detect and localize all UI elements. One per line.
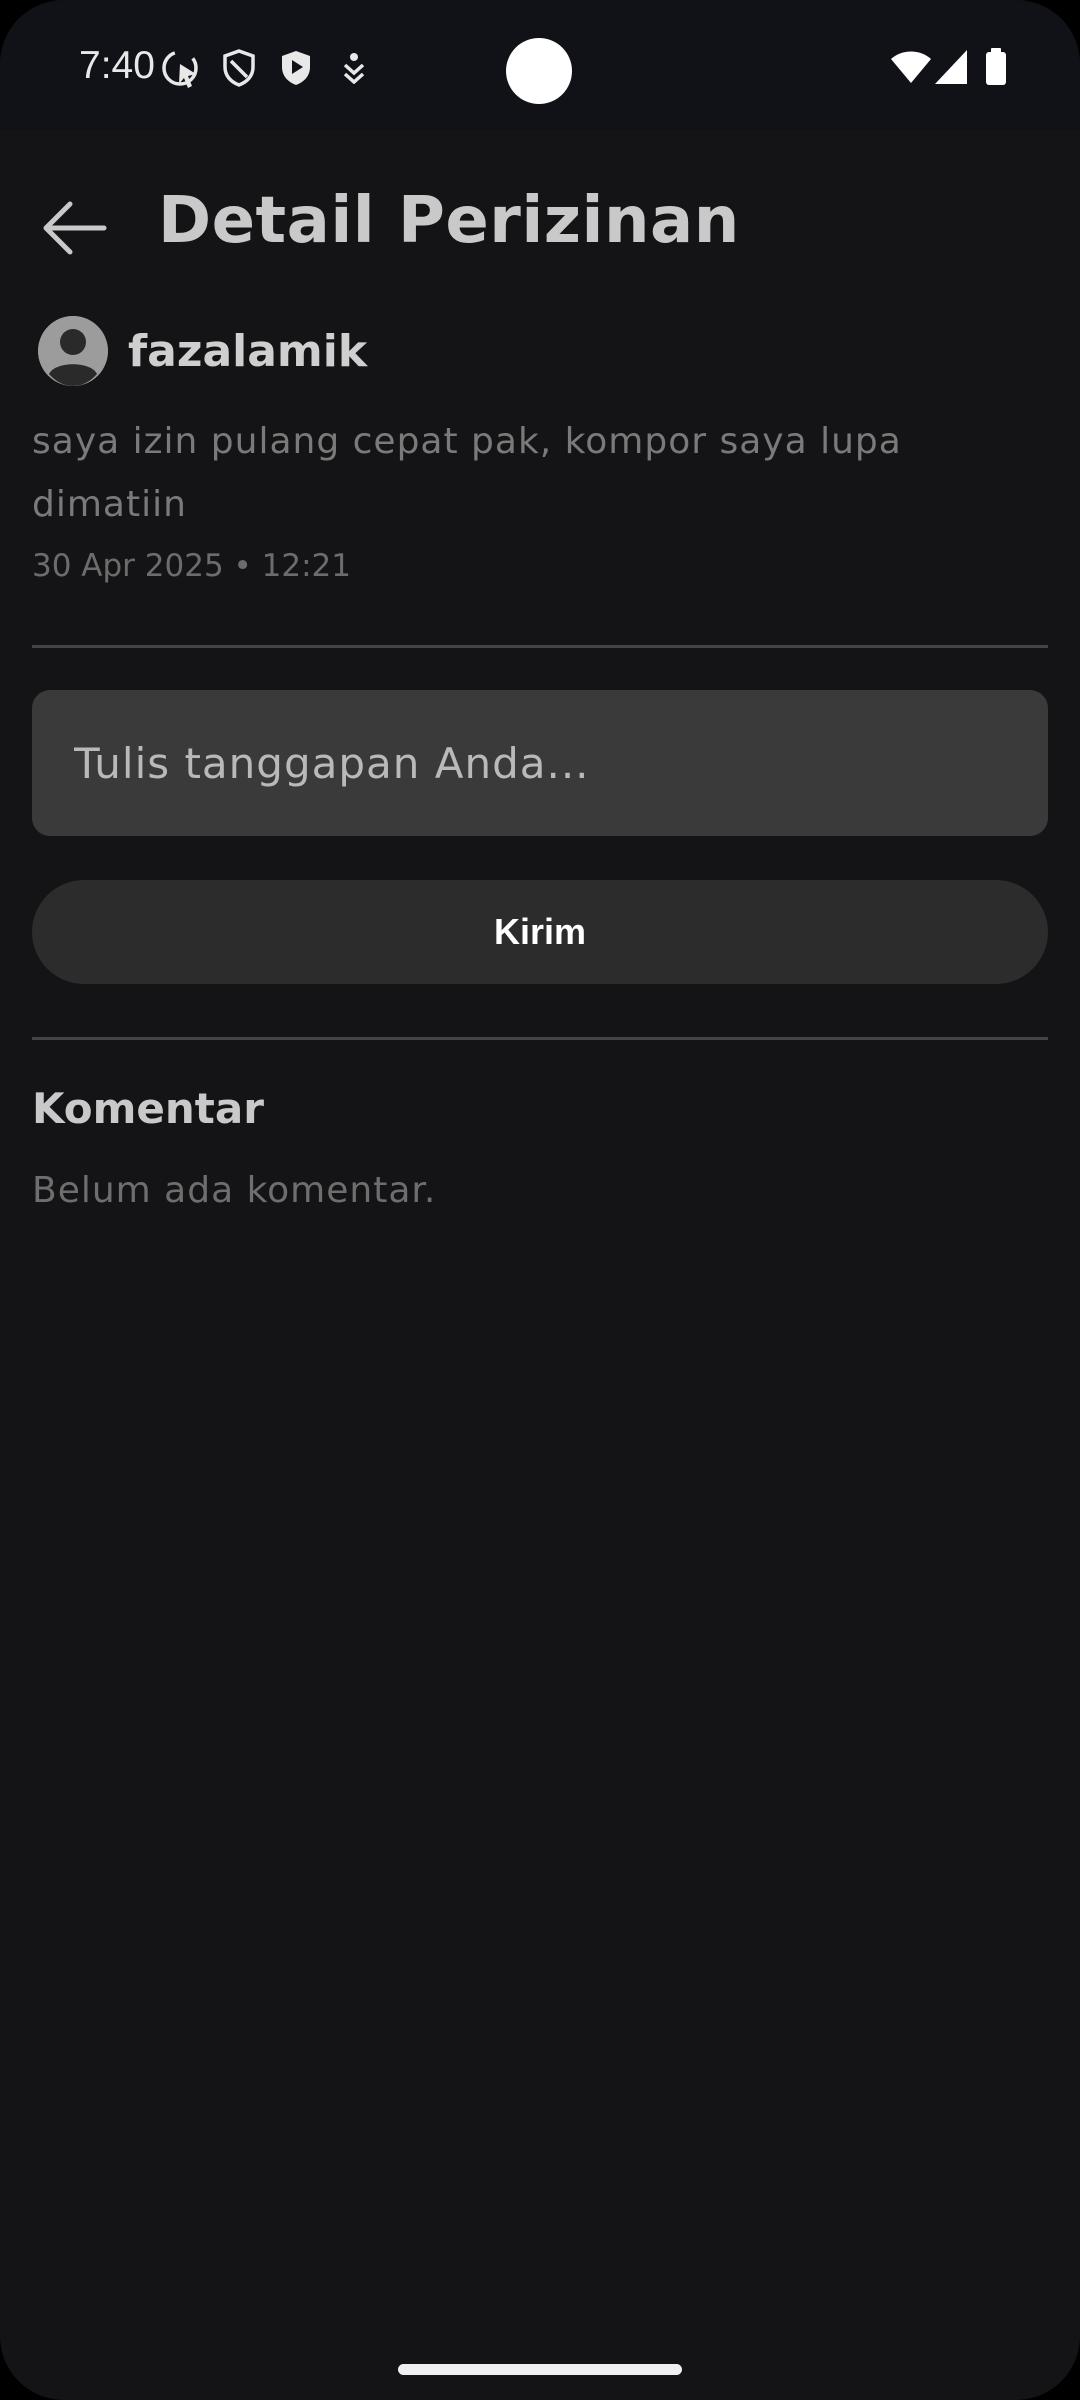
app-screen: 7:40 Detail Perizinan fazalamik saya izi… [0, 0, 1080, 2400]
back-button[interactable] [26, 182, 122, 278]
shield-outline-icon [222, 49, 256, 91]
account-circle-icon [38, 316, 108, 386]
status-bar: 7:40 [0, 0, 1080, 130]
shield-play-icon [279, 49, 313, 91]
divider [32, 1037, 1048, 1040]
author-name: fazalamik [128, 325, 368, 377]
signal-icon [934, 49, 968, 89]
app-header: Detail Perizinan [0, 160, 1080, 280]
reply-input[interactable] [32, 690, 1048, 836]
send-button[interactable]: Kirim [32, 880, 1048, 984]
comments-heading: Komentar [32, 1084, 264, 1133]
divider [32, 645, 1048, 648]
home-indicator[interactable] [398, 2364, 682, 2375]
battery-icon [985, 48, 1007, 90]
author-row: fazalamik [38, 314, 367, 388]
front-camera [506, 38, 572, 104]
status-time: 7:40 [79, 44, 155, 87]
request-datetime: 30 Apr 2025 • 12:21 [32, 548, 352, 584]
page-title: Detail Perizinan [158, 184, 740, 258]
cursor-ring-icon [160, 48, 202, 94]
arrow-left-icon [40, 198, 108, 262]
request-message: saya izin pulang cepat pak, kompor saya … [32, 421, 902, 525]
comments-empty-text: Belum ada komentar. [32, 1170, 437, 1211]
download-arrow-icon [340, 52, 368, 88]
wifi-icon [890, 50, 932, 88]
